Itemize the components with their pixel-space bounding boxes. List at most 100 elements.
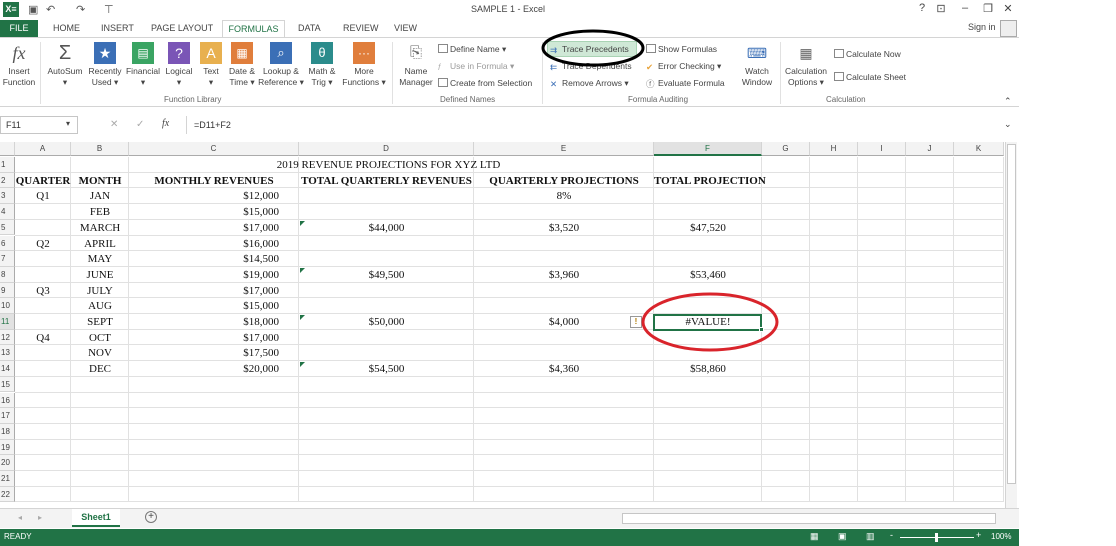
monthly-revenue-cell[interactable]: $17,500 — [129, 346, 279, 362]
calculate-sheet-button[interactable]: Calculate Sheet — [834, 72, 906, 82]
text-button[interactable]: A Text ▾ — [198, 42, 224, 88]
calculate-now-button[interactable]: Calculate Now — [834, 49, 901, 59]
quarter-cell[interactable]: Q4 — [15, 331, 71, 347]
header-e[interactable]: QUARTERLY PROJECTIONS — [474, 174, 654, 190]
help-button[interactable]: ? — [913, 2, 931, 14]
prev-sheet-icon[interactable]: ◂ — [18, 513, 22, 522]
month-cell[interactable]: AUG — [71, 299, 129, 315]
page-break-view-icon[interactable]: ▥ — [866, 531, 875, 542]
collapse-ribbon-icon[interactable]: ⌃ — [1004, 96, 1012, 107]
row-header-19[interactable]: 19 — [0, 439, 15, 456]
monthly-revenue-cell[interactable]: $17,000 — [129, 221, 279, 237]
row-header-20[interactable]: 20 — [0, 455, 15, 471]
lookup-reference-button[interactable]: ⌕ Lookup & Reference ▾ — [258, 42, 304, 88]
show-formulas-button[interactable]: Show Formulas — [646, 44, 717, 54]
month-cell[interactable]: JUNE — [71, 268, 129, 284]
column-header-j[interactable]: J — [906, 142, 954, 156]
autosum-button[interactable]: Σ AutoSum ▾ — [44, 42, 86, 88]
row-header-21[interactable]: 21 — [0, 471, 15, 487]
calculation-options-button[interactable]: ▦ Calculation Options ▾ — [782, 42, 830, 88]
row-header-15[interactable]: 15 — [0, 376, 15, 393]
column-header-d[interactable]: D — [299, 142, 474, 156]
avatar[interactable] — [1000, 20, 1017, 37]
horizontal-scrollbar[interactable] — [622, 513, 996, 524]
error-checking-button[interactable]: ✔ Error Checking ▾ — [646, 61, 721, 72]
insert-function-fx-icon[interactable]: fx — [162, 118, 169, 129]
row-header-8[interactable]: 8 — [0, 266, 15, 283]
sign-in-link[interactable]: Sign in — [968, 22, 996, 32]
quarterly-projection-cell[interactable]: $4,000 — [474, 315, 654, 331]
cancel-icon[interactable]: ✕ — [110, 119, 118, 130]
normal-view-icon[interactable]: ▦ — [810, 531, 819, 542]
monthly-revenue-cell[interactable]: $16,000 — [129, 237, 279, 253]
expand-formula-bar-icon[interactable]: ⌄ — [1004, 119, 1012, 130]
total-projection-cell[interactable]: $58,860 — [654, 362, 762, 378]
row-header-7[interactable]: 7 — [0, 251, 15, 267]
more-functions-button[interactable]: ··· More Functions ▾ — [340, 42, 388, 88]
scrollbar-thumb[interactable] — [1007, 144, 1016, 484]
name-manager-button[interactable]: ⎘ Name Manager — [396, 42, 436, 88]
tab-file[interactable]: FILE — [0, 20, 38, 37]
quarter-cell[interactable]: Q2 — [15, 237, 71, 253]
ribbon-display-options-button[interactable]: ⊡ — [932, 2, 950, 15]
math-trig-button[interactable]: θ Math & Trig ▾ — [305, 42, 339, 88]
column-header-h[interactable]: H — [810, 142, 858, 156]
row-header-1[interactable]: 1 — [0, 157, 15, 173]
monthly-revenue-cell[interactable]: $12,000 — [129, 189, 279, 205]
column-header-c[interactable]: C — [129, 142, 299, 156]
quarterly-projection-cell[interactable]: $3,520 — [474, 221, 654, 237]
enter-icon[interactable]: ✓ — [136, 119, 144, 130]
tab-page-layout[interactable]: PAGE LAYOUT — [151, 23, 213, 33]
page-layout-view-icon[interactable]: ▣ — [838, 531, 847, 542]
row-header-4[interactable]: 4 — [0, 204, 15, 220]
month-cell[interactable]: JULY — [71, 284, 129, 300]
month-cell[interactable]: OCT — [71, 331, 129, 347]
use-in-formula-button[interactable]: 𝑓 Use in Formula ▾ — [438, 61, 514, 72]
tab-data[interactable]: DATA — [298, 23, 321, 33]
column-header-g[interactable]: G — [762, 142, 810, 156]
select-all-corner[interactable] — [0, 142, 15, 156]
quarter-cell[interactable]: Q1 — [15, 189, 71, 205]
row-header-2[interactable]: 2 — [0, 172, 15, 189]
header-a[interactable]: QUARTER — [15, 174, 71, 190]
column-header-f[interactable]: F — [654, 142, 762, 156]
monthly-revenue-cell[interactable]: $20,000 — [129, 362, 279, 378]
zoom-in-button[interactable]: + — [976, 530, 981, 540]
minimize-button[interactable]: – — [956, 2, 974, 14]
evaluate-formula-button[interactable]: ⓕ Evaluate Formula — [646, 78, 725, 89]
logical-button[interactable]: ? Logical ▾ — [162, 42, 196, 88]
tab-review[interactable]: REVIEW — [343, 23, 379, 33]
restore-button[interactable]: ❐ — [979, 2, 997, 15]
define-name-button[interactable]: Define Name ▾ — [438, 44, 506, 55]
quarterly-total-cell[interactable]: $54,500 — [299, 362, 474, 378]
month-cell[interactable]: NOV — [71, 346, 129, 362]
total-projection-cell[interactable]: $53,460 — [654, 268, 762, 284]
column-header-a[interactable]: A — [15, 142, 71, 156]
new-sheet-button[interactable]: + — [145, 511, 157, 523]
month-cell[interactable]: SEPT — [71, 315, 129, 331]
monthly-revenue-cell[interactable]: $14,500 — [129, 252, 279, 268]
sheet-tab-sheet1[interactable]: Sheet1 — [72, 509, 120, 527]
row-header-17[interactable]: 17 — [0, 408, 15, 424]
monthly-revenue-cell[interactable]: $17,000 — [129, 331, 279, 347]
month-cell[interactable]: MARCH — [71, 221, 129, 237]
month-cell[interactable]: JAN — [71, 189, 129, 205]
row-header-10[interactable]: 10 — [0, 298, 15, 314]
vertical-scrollbar[interactable] — [1005, 142, 1017, 508]
close-button[interactable]: ✕ — [999, 2, 1017, 15]
tab-formulas[interactable]: FORMULAS — [222, 20, 285, 38]
quarterly-total-cell[interactable]: $44,000 — [299, 221, 474, 237]
projection-rate-cell[interactable]: 8% — [474, 189, 654, 205]
monthly-revenue-cell[interactable]: $15,000 — [129, 205, 279, 221]
financial-button[interactable]: ▤ Financial ▾ — [124, 42, 162, 88]
name-box-dropdown-icon[interactable]: ▾ — [66, 119, 70, 128]
row-header-5[interactable]: 5 — [0, 219, 15, 236]
next-sheet-icon[interactable]: ▸ — [38, 513, 42, 522]
header-b[interactable]: MONTH — [71, 174, 129, 190]
row-header-12[interactable]: 12 — [0, 329, 15, 346]
row-header-9[interactable]: 9 — [0, 282, 15, 299]
quarterly-total-cell[interactable]: $49,500 — [299, 268, 474, 284]
header-c[interactable]: MONTHLY REVENUES — [129, 174, 299, 190]
row-header-22[interactable]: 22 — [0, 486, 15, 503]
row-header-11[interactable]: 11 — [0, 314, 15, 330]
